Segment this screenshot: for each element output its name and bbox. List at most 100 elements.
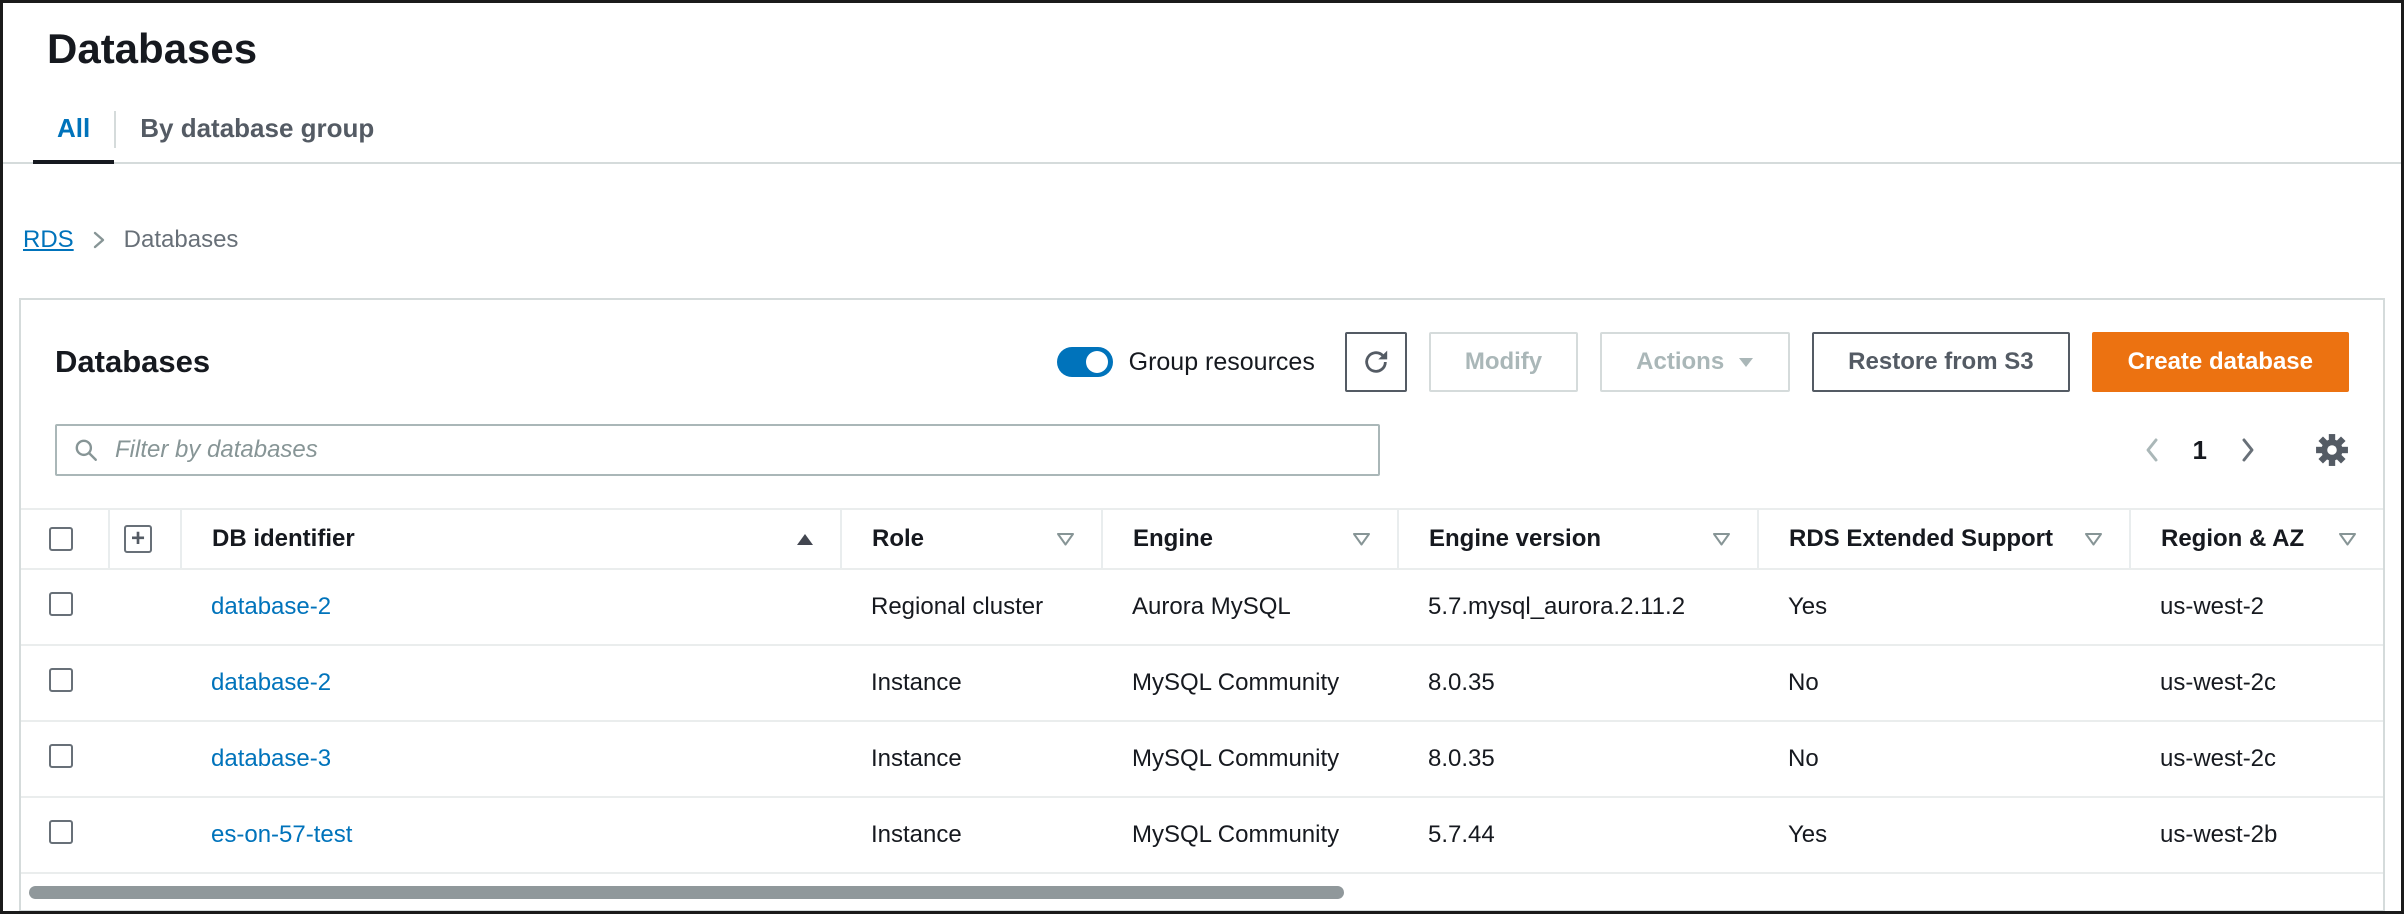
breadcrumb-chevron-icon xyxy=(92,229,106,251)
column-header-region-az[interactable]: Region & AZ xyxy=(2130,509,2383,569)
column-header-rds-extended-support[interactable]: RDS Extended Support xyxy=(1758,509,2130,569)
pagination: 1 xyxy=(2143,435,2257,466)
refresh-icon xyxy=(1362,348,1390,376)
row-checkbox[interactable] xyxy=(49,592,73,616)
rds-extended-support-cell: Yes xyxy=(1758,797,2130,873)
table-row: database-2InstanceMySQL Community8.0.35N… xyxy=(21,645,2383,721)
filter-search-box xyxy=(55,424,1380,476)
filter-row: 1 xyxy=(21,420,2383,508)
table-body: database-2Regional clusterAurora MySQL5.… xyxy=(21,569,2383,873)
modify-button[interactable]: Modify xyxy=(1429,332,1578,392)
preferences-button[interactable] xyxy=(2315,433,2349,467)
filter-input[interactable] xyxy=(113,435,1362,465)
db-identifier-link[interactable]: es-on-57-test xyxy=(211,821,352,848)
region-az-cell: us-west-2c xyxy=(2130,645,2383,721)
pagination-prev-button[interactable] xyxy=(2143,435,2161,465)
engine-version-cell: 5.7.mysql_aurora.2.11.2 xyxy=(1398,569,1758,645)
db-identifier-link[interactable]: database-2 xyxy=(211,669,331,696)
column-label: RDS Extended Support xyxy=(1789,525,2053,553)
refresh-button[interactable] xyxy=(1345,332,1407,392)
group-resources-label: Group resources xyxy=(1129,348,1315,377)
databases-table: + DB identifier Role xyxy=(21,508,2383,874)
search-icon xyxy=(73,437,99,463)
rds-databases-page: Databases All By database group RDS Data… xyxy=(0,0,2404,914)
actions-caret-icon xyxy=(1738,357,1754,368)
column-label: Role xyxy=(872,525,924,553)
role-cell: Instance xyxy=(841,797,1102,873)
chevron-right-icon xyxy=(2239,435,2257,465)
row-expand-cell xyxy=(109,569,181,645)
row-expand-cell xyxy=(109,645,181,721)
tab-by-database-group-label: By database group xyxy=(140,113,374,143)
row-checkbox[interactable] xyxy=(49,744,73,768)
tab-all[interactable]: All xyxy=(33,103,114,162)
panel-title: Databases xyxy=(55,344,210,380)
group-resources-toggle-group: Group resources xyxy=(1057,347,1315,377)
actions-button-label: Actions xyxy=(1636,348,1724,376)
chevron-left-icon xyxy=(2143,435,2161,465)
actions-button[interactable]: Actions xyxy=(1600,332,1790,392)
tab-by-database-group[interactable]: By database group xyxy=(116,103,398,162)
column-header-db-identifier[interactable]: DB identifier xyxy=(181,509,841,569)
row-select-cell xyxy=(21,569,109,645)
expand-all-icon[interactable]: + xyxy=(124,525,152,553)
engine-version-cell: 8.0.35 xyxy=(1398,645,1758,721)
table-row: database-3InstanceMySQL Community8.0.35N… xyxy=(21,721,2383,797)
table-row: es-on-57-test InstanceMySQL Community5.7.… xyxy=(21,797,2383,873)
filter-icon[interactable] xyxy=(2084,532,2103,546)
row-expand-cell xyxy=(109,721,181,797)
select-all-checkbox[interactable] xyxy=(49,527,73,551)
engine-cell: MySQL Community xyxy=(1102,797,1398,873)
row-select-cell xyxy=(21,797,109,873)
engine-cell: Aurora MySQL xyxy=(1102,569,1398,645)
panel-header: Databases Group resources Modify Actions xyxy=(21,300,2383,420)
rds-extended-support-cell: No xyxy=(1758,645,2130,721)
column-header-role[interactable]: Role xyxy=(841,509,1102,569)
breadcrumb: RDS Databases xyxy=(3,164,2401,254)
table-row: database-2 Regional clusterAurora MySQL5.… xyxy=(21,569,2383,645)
column-label: Engine xyxy=(1133,525,1213,553)
row-checkbox[interactable] xyxy=(49,668,73,692)
rds-extended-support-cell: Yes xyxy=(1758,569,2130,645)
sort-ascending-icon xyxy=(796,533,814,546)
row-expand-cell xyxy=(109,797,181,873)
role-cell: Instance xyxy=(841,721,1102,797)
column-header-engine[interactable]: Engine xyxy=(1102,509,1398,569)
db-identifier-link[interactable]: database-3 xyxy=(211,745,331,772)
panel-controls: Group resources Modify Actions Restore f… xyxy=(1057,332,2349,392)
row-checkbox[interactable] xyxy=(49,820,73,844)
column-label: DB identifier xyxy=(212,525,355,553)
breadcrumb-rds-link[interactable]: RDS xyxy=(23,226,74,254)
group-resources-toggle[interactable] xyxy=(1057,347,1113,377)
filter-icon[interactable] xyxy=(1712,532,1731,546)
filter-icon[interactable] xyxy=(2338,532,2357,546)
db-identifier-cell: database-2 xyxy=(181,645,841,721)
filter-icon[interactable] xyxy=(1056,532,1075,546)
engine-cell: MySQL Community xyxy=(1102,645,1398,721)
breadcrumb-current: Databases xyxy=(124,226,239,254)
filter-icon[interactable] xyxy=(1352,532,1371,546)
restore-from-s3-button[interactable]: Restore from S3 xyxy=(1812,332,2069,392)
engine-version-cell: 5.7.44 xyxy=(1398,797,1758,873)
tab-bar: All By database group xyxy=(3,103,2401,164)
gear-icon xyxy=(2315,433,2349,467)
row-select-cell xyxy=(21,721,109,797)
db-identifier-link[interactable]: database-2 xyxy=(211,593,331,620)
column-label: Region & AZ xyxy=(2161,525,2304,553)
horizontal-scrollbar-thumb[interactable] xyxy=(29,886,1344,899)
databases-panel: Databases Group resources Modify Actions xyxy=(19,298,2385,912)
column-header-engine-version[interactable]: Engine version xyxy=(1398,509,1758,569)
horizontal-scrollbar xyxy=(27,884,2377,902)
column-label: Engine version xyxy=(1429,525,1601,553)
role-cell: Regional cluster xyxy=(841,569,1102,645)
pagination-current-page[interactable]: 1 xyxy=(2193,435,2207,466)
row-select-cell xyxy=(21,645,109,721)
engine-cell: MySQL Community xyxy=(1102,721,1398,797)
pagination-next-button[interactable] xyxy=(2239,435,2257,465)
region-az-cell: us-west-2c xyxy=(2130,721,2383,797)
tab-all-label: All xyxy=(57,113,90,143)
region-az-cell: us-west-2b xyxy=(2130,797,2383,873)
create-database-button[interactable]: Create database xyxy=(2092,332,2349,392)
db-identifier-cell: database-2 xyxy=(181,569,841,645)
expand-all-header: + xyxy=(109,509,181,569)
